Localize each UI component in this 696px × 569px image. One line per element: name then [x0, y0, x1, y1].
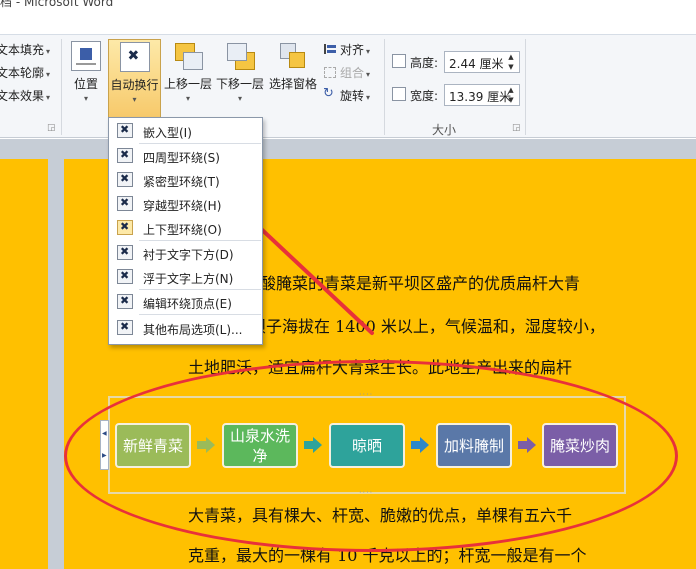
- chevron-down-icon: ▾: [132, 95, 137, 104]
- menu-item-label: 上下型环绕(O): [143, 223, 222, 237]
- position-icon: [71, 41, 101, 71]
- size-group-label: 大小: [432, 123, 457, 137]
- group-separator: [525, 39, 526, 135]
- menu-separator: [139, 289, 261, 290]
- width-spinner[interactable]: ▲ ▼: [504, 85, 518, 105]
- menu-separator: [139, 143, 261, 144]
- group-separator: [61, 39, 62, 135]
- menu-item-label: 嵌入型(I): [143, 126, 192, 140]
- title-bar: 档 - Microsoft Word: [0, 0, 696, 18]
- group-icon: [323, 66, 337, 78]
- text-outline-label: 文本轮廓: [0, 66, 45, 80]
- position-button[interactable]: 位置 ▾: [67, 39, 105, 119]
- selection-pane-label: 选择窗格: [268, 77, 317, 91]
- shape-width-icon: [392, 87, 406, 101]
- send-backward-button[interactable]: 下移一层 ▾: [215, 39, 265, 119]
- menu-item-through[interactable]: 穿越型环绕(H): [110, 193, 261, 215]
- previous-page: [0, 159, 48, 569]
- menu-item-inline[interactable]: 嵌入型(I): [110, 120, 261, 142]
- menu-item-label: 衬于文字下方(D): [143, 248, 234, 262]
- selection-pane-icon: [278, 41, 308, 71]
- text-effects-label: 文本效果: [0, 89, 45, 103]
- menu-item-square[interactable]: 四周型环绕(S): [110, 145, 261, 167]
- send-backward-icon: [225, 41, 255, 71]
- position-label: 位置: [73, 77, 98, 91]
- bring-forward-icon: [173, 41, 203, 71]
- chevron-down-icon: ▾: [185, 94, 190, 103]
- group-label: 组合: [340, 66, 365, 80]
- wrap-text-menu: 嵌入型(I) 四周型环绕(S) 紧密型环绕(T) 穿越型环绕(H) 上下型环绕(…: [108, 117, 263, 345]
- text-effects-button[interactable]: 文本效果 ▾: [0, 87, 50, 104]
- width-label: 宽度:: [410, 89, 439, 103]
- height-label: 高度:: [410, 56, 439, 70]
- menu-item-label: 四周型环绕(S): [143, 151, 220, 165]
- dialog-launcher-icon[interactable]: ◲: [512, 123, 521, 133]
- shape-height-icon: [392, 54, 406, 68]
- menu-item-top-bottom[interactable]: 上下型环绕(O): [110, 217, 261, 239]
- menu-item-label: 穿越型环绕(H): [143, 199, 222, 213]
- rotate-button[interactable]: 旋转▾: [323, 86, 371, 107]
- height-spinner[interactable]: ▲ ▼: [504, 52, 518, 72]
- menu-item-more-layout-options[interactable]: 其他布局选项(L)...: [110, 317, 261, 339]
- chevron-down-icon: ▾: [366, 47, 371, 56]
- bring-forward-label: 上移一层: [163, 77, 212, 91]
- behind-text-icon: [117, 245, 133, 260]
- chevron-down-icon: ▾: [366, 93, 371, 102]
- top-bottom-wrap-icon: [117, 220, 133, 235]
- layout-options-icon: [117, 320, 133, 335]
- bring-forward-button[interactable]: 上移一层 ▾: [163, 39, 213, 119]
- rotate-label: 旋转: [340, 89, 365, 103]
- menu-separator: [139, 314, 261, 315]
- text-fill-label: 文本填充: [0, 43, 45, 57]
- through-wrap-icon: [117, 196, 133, 211]
- edit-wrap-points-icon: [117, 294, 133, 309]
- chevron-down-icon: ▾: [46, 93, 51, 102]
- menu-item-label: 其他布局选项(L)...: [143, 323, 243, 337]
- wrap-text-button[interactable]: 自动换行 ▾: [108, 39, 161, 119]
- chevron-down-icon: ▾: [366, 70, 371, 79]
- tight-wrap-icon: [117, 172, 133, 187]
- text-outline-button[interactable]: 文本轮廓 ▾: [0, 64, 50, 81]
- wrap-text-label: 自动换行: [110, 78, 159, 92]
- menu-item-in-front-of-text[interactable]: 浮于文字上方(N): [110, 266, 261, 288]
- menu-separator: [139, 240, 261, 241]
- send-backward-label: 下移一层: [215, 77, 264, 91]
- group-button[interactable]: 组合 ▾: [323, 64, 370, 84]
- inline-wrap-icon: [117, 123, 133, 138]
- chevron-down-icon: ▾: [46, 70, 51, 79]
- rotate-icon: [323, 86, 337, 101]
- menu-item-tight[interactable]: 紧密型环绕(T): [110, 169, 261, 191]
- chevron-down-icon: ▾: [237, 94, 242, 103]
- group-separator: [384, 39, 385, 135]
- selection-pane-button[interactable]: 选择窗格: [267, 39, 319, 119]
- text-fill-button[interactable]: 文本填充 ▾: [0, 41, 50, 58]
- square-wrap-icon: [117, 148, 133, 163]
- align-label: 对齐: [340, 43, 365, 57]
- align-icon: [323, 43, 337, 55]
- chevron-down-icon: ▾: [46, 47, 51, 56]
- paragraph-line: 酸腌菜的青菜是新平坝区盛产的优质扁杆大青: [260, 274, 581, 293]
- chevron-down-icon: ▾: [83, 94, 88, 103]
- wrap-text-icon: [119, 42, 150, 72]
- align-button[interactable]: 对齐 ▾: [323, 41, 370, 61]
- menu-item-edit-wrap-points[interactable]: 编辑环绕顶点(E): [110, 291, 261, 313]
- ribbon-format-tab: 文本填充▾ 文本轮廓▾ 文本效果▾ ◲ 位置 ▾ 自动换行 ▾ 上移一层 ▾ 下…: [0, 34, 696, 138]
- menu-item-label: 浮于文字上方(N): [143, 272, 234, 286]
- menu-item-label: 编辑环绕顶点(E): [143, 297, 232, 311]
- window-title: 档 - Microsoft Word: [0, 0, 114, 9]
- paragraph-line: 坝子海拔在 1400 米以上，气候温和，湿度较小，: [250, 317, 605, 336]
- menu-item-behind-text[interactable]: 衬于文字下方(D): [110, 242, 261, 264]
- dialog-launcher-icon[interactable]: ◲: [47, 123, 56, 133]
- menu-item-label: 紧密型环绕(T): [143, 175, 220, 189]
- annotation-ellipse: [64, 360, 678, 552]
- in-front-of-text-icon: [117, 269, 133, 284]
